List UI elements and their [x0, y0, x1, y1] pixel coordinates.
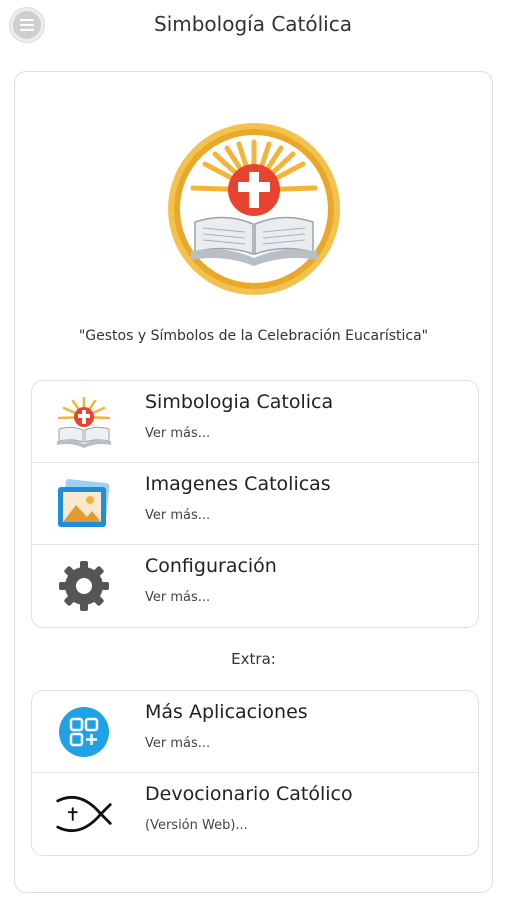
- menu-item-title: Simbologia Catolica: [145, 391, 334, 413]
- menu-item-subtitle: Ver más...: [145, 590, 211, 605]
- menu-item-mas-aplicaciones[interactable]: Más Aplicaciones Ver más...: [32, 691, 478, 773]
- extra-menu: Más Aplicaciones Ver más... Devocionario…: [31, 690, 479, 856]
- top-bar: Simbología Católica: [0, 0, 506, 52]
- menu-item-subtitle: Ver más...: [145, 508, 211, 523]
- menu-item-title: Imagenes Catolicas: [145, 473, 331, 495]
- picture-icon: [54, 475, 114, 533]
- menu-item-simbologia[interactable]: Simbologia Catolica Ver más...: [32, 381, 478, 463]
- menu-item-title: Configuración: [145, 555, 277, 577]
- menu-item-subtitle: Ver más...: [145, 736, 211, 751]
- cross-bible-icon: [54, 393, 114, 451]
- app-logo-icon: [165, 120, 343, 298]
- menu-item-imagenes[interactable]: Imagenes Catolicas Ver más...: [32, 463, 478, 545]
- menu-item-subtitle: Ver más...: [145, 426, 211, 441]
- menu-item-title: Devocionario Católico: [145, 783, 353, 805]
- menu-item-devocionario[interactable]: Devocionario Católico (Versión Web)...: [32, 773, 478, 855]
- extra-section-label: Extra:: [231, 650, 276, 668]
- menu-item-title: Más Aplicaciones: [145, 701, 308, 723]
- gear-icon: [54, 557, 114, 615]
- main-menu: Simbologia Catolica Ver más... Imagenes …: [31, 380, 479, 628]
- ichthys-fish-icon: [54, 785, 114, 843]
- app-title: Simbología Católica: [154, 12, 352, 36]
- main-card: "Gestos y Símbolos de la Celebración Euc…: [14, 71, 493, 893]
- menu-item-subtitle: (Versión Web)...: [145, 818, 248, 833]
- menu-item-configuracion[interactable]: Configuración Ver más...: [32, 545, 478, 627]
- tagline: "Gestos y Símbolos de la Celebración Euc…: [78, 328, 429, 344]
- apps-grid-icon: [54, 703, 114, 761]
